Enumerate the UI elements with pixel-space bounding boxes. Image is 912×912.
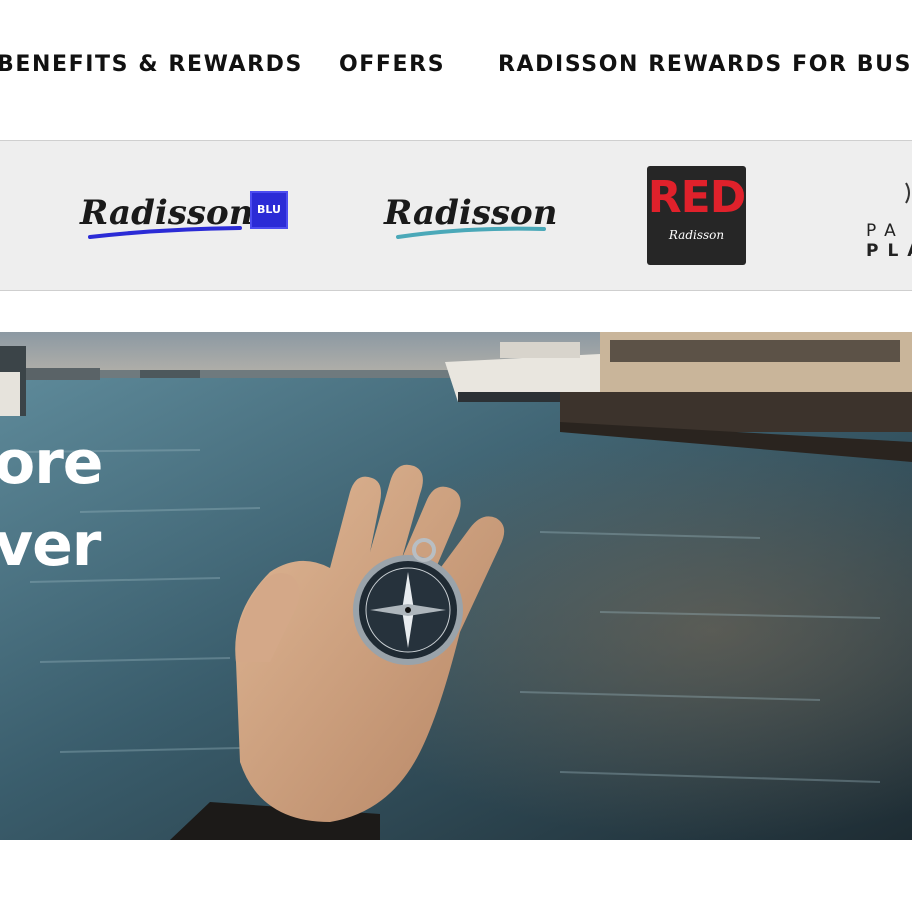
nav-item-offers[interactable]: OFFERS <box>339 52 445 77</box>
brand-logo-strip: Radisson BLU Radisson RED Radisson PA PL… <box>0 141 912 291</box>
radisson-red-logo[interactable]: RED Radisson <box>647 166 746 265</box>
park-plaza-logo[interactable]: PA PLA <box>866 181 912 261</box>
blu-badge: BLU <box>250 191 288 229</box>
hero-photo-harbor <box>0 332 912 840</box>
radisson-logo[interactable]: Radisson <box>384 185 557 249</box>
crest-icon <box>905 182 910 204</box>
radisson-blu-logo[interactable]: Radisson BLU <box>80 185 292 249</box>
park-plaza-line-2: PLA <box>866 241 912 261</box>
swoosh-icon <box>396 226 546 239</box>
hero-banner[interactable]: ore ver <box>0 332 912 840</box>
hero-headline-line-2: ver <box>0 510 101 580</box>
red-sub-wordmark: Radisson <box>668 228 725 242</box>
top-navigation: BENEFITS & REWARDS OFFERS RADISSON REWAR… <box>0 0 912 141</box>
nav-item-rewards-for-business[interactable]: RADISSON REWARDS FOR BUSINESS <box>498 52 912 77</box>
nav-item-benefits-rewards[interactable]: BENEFITS & REWARDS <box>0 52 303 77</box>
park-plaza-line-1: PA <box>866 221 905 241</box>
red-wordmark: RED <box>647 172 746 223</box>
hero-headline-line-1: ore <box>0 428 104 498</box>
